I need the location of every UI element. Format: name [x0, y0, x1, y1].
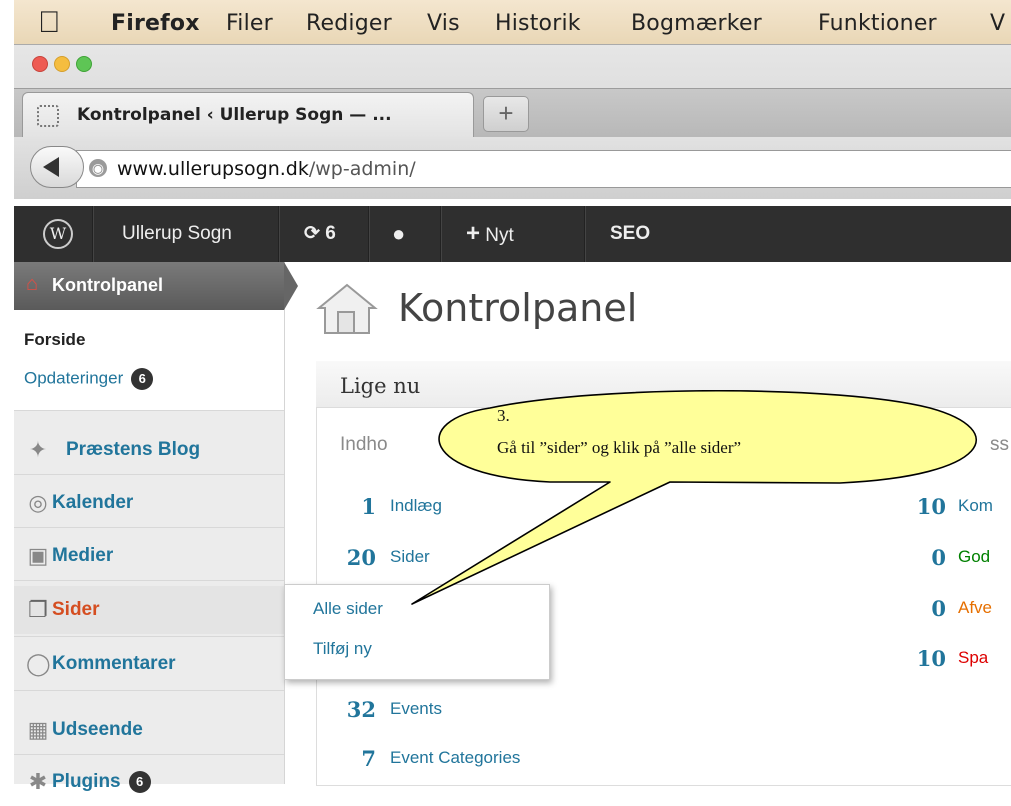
sidebar-item-plugins[interactable]: ✱ Plugins 6 — [14, 758, 284, 806]
sidebar-item-dashboard[interactable]: ⌂ Kontrolpanel — [14, 262, 284, 310]
minimize-window-button[interactable] — [54, 56, 70, 72]
browser-tab[interactable]: Kontrolpanel ‹ Ullerup Sogn — ... — [22, 92, 474, 137]
update-count-badge: 6 — [131, 368, 154, 390]
sidebar-item-label: Medier — [52, 545, 114, 566]
sidebar-item-udseende[interactable]: ▦ Udseende — [14, 706, 284, 754]
sidebar-item-label: Kalender — [52, 492, 134, 513]
menu-app-name[interactable]: Firefox — [111, 11, 200, 36]
wp-admin-bar: W Ullerup Sogn ⟳ 6 ● + Nyt SEO — [14, 206, 1011, 262]
refresh-icon: ⟳ — [304, 223, 320, 244]
speech-bubble-icon: ◯ — [26, 651, 51, 676]
menu-vindue[interactable]: V — [990, 11, 1005, 36]
menu-historik[interactable]: Historik — [495, 11, 581, 36]
new-label: Nyt — [485, 225, 514, 246]
sidebar-item-label: Kontrolpanel — [52, 275, 163, 295]
submenu-label: Opdateringer — [24, 368, 124, 388]
site-name-link[interactable]: Ullerup Sogn — [122, 206, 232, 262]
target-icon: ◎ — [28, 490, 48, 515]
menu-divider — [14, 474, 284, 475]
spam-link[interactable]: Spa — [958, 648, 988, 668]
url-domain: www.ullerupsogn.dk — [117, 158, 309, 180]
back-arrow-icon — [43, 157, 59, 177]
admin-bar-divider — [584, 206, 586, 262]
plug-icon: ✱ — [28, 769, 48, 794]
callout-step: 3. — [497, 406, 510, 425]
admin-bar-divider — [92, 206, 94, 262]
spam-count[interactable]: 10 — [900, 646, 946, 671]
home-icon: ⌂ — [26, 273, 39, 295]
new-content-link[interactable]: + Nyt — [466, 206, 514, 262]
address-bar[interactable]: ◉ www.ullerupsogn.dk/wp-admin/ — [76, 150, 1011, 188]
sidebar-item-label: Sider — [52, 599, 100, 620]
submenu-opdateringer[interactable]: Opdateringer 6 — [24, 368, 154, 390]
event-count[interactable]: 32 — [330, 697, 376, 722]
url-path: /wp-admin/ — [308, 158, 416, 180]
apple-icon[interactable]:  — [38, 6, 61, 40]
updates-count: 6 — [325, 223, 336, 244]
admin-bar-divider — [440, 206, 442, 262]
sidebar-item-label: Kommentarer — [52, 653, 176, 674]
zoom-window-button[interactable] — [76, 56, 92, 72]
event-category-count[interactable]: 7 — [330, 746, 376, 771]
instruction-callout — [411, 390, 977, 605]
updates-link[interactable]: ⟳ 6 — [304, 206, 336, 262]
sidebar-item-kommentarer[interactable]: ◯ Kommentarer — [14, 640, 284, 688]
plus-icon: + — [466, 220, 481, 247]
tab-title: Kontrolpanel ‹ Ullerup Sogn — ... — [77, 105, 392, 125]
admin-bar-divider — [368, 206, 370, 262]
comments-icon[interactable]: ● — [392, 206, 405, 262]
globe-icon: ◉ — [89, 159, 107, 177]
dashboard-submenu — [14, 310, 284, 410]
menu-rediger[interactable]: Rediger — [306, 11, 392, 36]
callout-text: Gå til ”sider” og klik på ”alle sider” — [497, 438, 742, 457]
close-window-button[interactable] — [32, 56, 48, 72]
dashboard-house-icon — [316, 283, 378, 334]
sidebar-item-medier[interactable]: ▣ Medier — [14, 532, 284, 580]
flyout-add-new[interactable]: Tilføj ny — [313, 639, 372, 659]
event-categories-link[interactable]: Event Categories — [390, 748, 520, 768]
menu-vis[interactable]: Vis — [427, 11, 460, 36]
menu-separator — [14, 410, 284, 411]
submenu-forside[interactable]: Forside — [24, 330, 85, 350]
current-menu-arrow — [284, 262, 298, 310]
admin-bar-divider — [278, 206, 280, 262]
menu-divider — [14, 636, 284, 637]
wordpress-logo-icon[interactable]: W — [28, 206, 88, 262]
menu-divider — [14, 527, 284, 528]
menu-separator — [14, 690, 284, 691]
url-text: www.ullerupsogn.dk/wp-admin/ — [117, 158, 416, 180]
media-icon: ▣ — [27, 543, 49, 568]
plugin-count-badge: 6 — [128, 771, 151, 793]
back-button[interactable] — [30, 146, 84, 188]
page-title: Kontrolpanel — [398, 286, 638, 330]
sidebar-item-label: Præstens Blog — [66, 439, 201, 460]
menu-divider — [14, 754, 284, 755]
sidebar-item-praestens-blog[interactable]: ✦ Præstens Blog — [14, 426, 284, 474]
appearance-icon: ▦ — [27, 717, 49, 742]
pages-icon: ❐ — [28, 597, 48, 622]
sidebar-item-kalender[interactable]: ◎ Kalender — [14, 479, 284, 527]
seo-link[interactable]: SEO — [610, 206, 650, 262]
pushpin-icon: ✦ — [28, 437, 48, 462]
sidebar-item-label: Udseende — [52, 719, 143, 740]
menu-bogmaerker[interactable]: Bogmærker — [631, 11, 762, 36]
plugins-label: Plugins — [52, 771, 121, 793]
menu-bar:  Firefox Filer Rediger Vis Historik Bog… — [0, 0, 1011, 44]
sidebar-item-label: Plugins 6 — [52, 771, 151, 793]
events-link[interactable]: Events — [390, 699, 442, 719]
menu-filer[interactable]: Filer — [226, 11, 273, 36]
menu-funktioner[interactable]: Funktioner — [818, 11, 937, 36]
new-tab-button[interactable]: + — [483, 96, 529, 132]
menu-divider — [14, 580, 284, 581]
page-icon — [37, 105, 59, 127]
sidebar-item-sider[interactable]: ❐ Sider — [14, 586, 284, 634]
